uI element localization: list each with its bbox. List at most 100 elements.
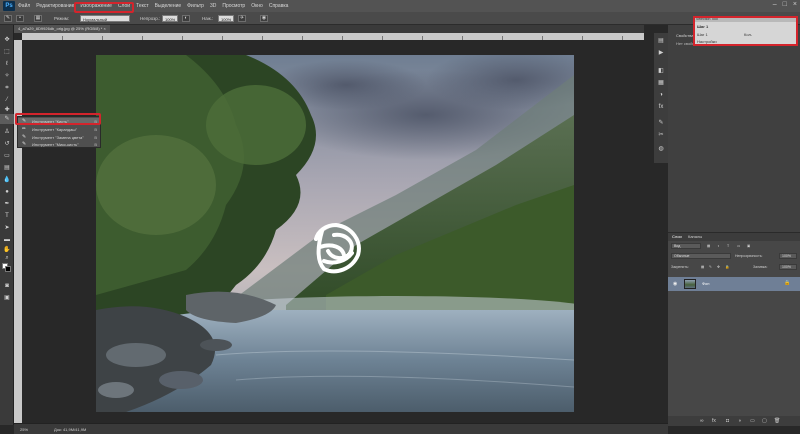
minimize-button[interactable]: – (773, 1, 777, 8)
menu-help[interactable]: Справка (269, 3, 289, 9)
shape-tool-icon[interactable]: ▬ (3, 237, 11, 244)
move-tool-icon[interactable]: ✥ (3, 37, 11, 44)
screen-mode-icon[interactable]: ▣ (3, 295, 11, 302)
brush-size-icon[interactable]: • (16, 15, 24, 22)
zoom-tool-icon[interactable]: ⌕ (3, 255, 11, 262)
menu-file[interactable]: Файл (18, 3, 30, 9)
blend-mode-select[interactable]: Обычные (671, 253, 731, 259)
close-tab-icon[interactable]: × (103, 26, 105, 31)
layer-name: Фон (702, 281, 710, 286)
fx-icon[interactable]: fx (712, 418, 716, 424)
flyout-item-pencil[interactable]: ✏ Инструмент "Карандаш" B (18, 126, 100, 133)
quick-mask-icon[interactable]: ◙ (3, 283, 11, 290)
healing-tool-icon[interactable]: ✚ (3, 107, 11, 114)
filter-adjust-icon[interactable]: ◑ (717, 244, 719, 248)
flyout-item-shortcut: B (94, 127, 97, 132)
menu-select[interactable]: Выделение (155, 3, 182, 9)
link-icon[interactable]: ∞ (700, 418, 704, 424)
layer-opacity-field[interactable]: 100% (779, 253, 797, 259)
brush-preset-icon[interactable]: ✎ (4, 15, 12, 22)
filter-type-icon[interactable]: T (727, 244, 729, 248)
new-layer-icon[interactable]: ▢ (762, 418, 767, 424)
color-replace-icon: ✎ (22, 134, 27, 140)
brush-panel-icon[interactable]: ▦ (34, 15, 42, 22)
adjustment-icon[interactable]: ◑ (738, 418, 741, 424)
lock-position-icon[interactable]: ✥ (717, 265, 720, 269)
mixer-brush-icon: ✎ (22, 141, 27, 147)
flyout-item-mixer-brush[interactable]: ✎ Инструмент "Микс-кисть" B (18, 141, 100, 148)
mode-select[interactable]: Нормальный (80, 15, 130, 22)
crop-tool-icon[interactable]: ⌗ (3, 85, 11, 92)
airbrush-icon[interactable]: ✈ (238, 15, 246, 22)
trash-icon[interactable]: 🗑 (774, 418, 780, 424)
filter-pixel-icon[interactable]: ▦ (707, 244, 710, 248)
mode-label: Режим: (54, 16, 70, 21)
marquee-tool-icon[interactable]: ⬚ (3, 49, 11, 56)
styles-panel-icon[interactable]: fx (657, 103, 665, 111)
opacity-label: Непрозрачность: (735, 254, 763, 258)
swatches-panel-icon[interactable]: ▦ (657, 79, 665, 87)
photoshop-logo: Ps (3, 1, 15, 11)
lock-label: Закрепить: (671, 265, 689, 269)
vertical-ruler (14, 40, 22, 423)
mask-icon[interactable]: ◘ (726, 418, 729, 424)
pen-tool-icon[interactable]: ✒ (3, 201, 11, 208)
adjustments-panel-icon[interactable]: ◑ (657, 91, 665, 99)
quick-select-tool-icon[interactable]: ✧ (3, 73, 11, 80)
document-tab-label: 4_a7a29_8D9926db_orig.jpg @ 25% (RGB/8) … (18, 26, 103, 31)
tab-layers[interactable]: Слои (672, 234, 682, 239)
opacity-pressure-icon[interactable]: ◐ (182, 15, 190, 22)
eraser-tool-icon[interactable]: ▭ (3, 153, 11, 160)
filter-shape-icon[interactable]: ▭ (737, 244, 740, 248)
gradient-tool-icon[interactable]: ▤ (3, 165, 11, 172)
opacity-field[interactable]: 100% (162, 15, 178, 22)
brush-tool-icon[interactable]: ✎ (3, 116, 11, 123)
menu-edit[interactable]: Редактирование (36, 3, 74, 9)
menu-view[interactable]: Просмотр (222, 3, 245, 9)
stamp-tool-icon[interactable]: ♙ (3, 129, 11, 136)
history-brush-tool-icon[interactable]: ↺ (3, 141, 11, 148)
flyout-item-color-replace[interactable]: ✎ Инструмент "Замена цвета" B (18, 134, 100, 141)
floating-panel-highlight-box (693, 16, 798, 46)
path-select-tool-icon[interactable]: ➤ (3, 225, 11, 232)
layer-kind-select[interactable]: Вид (671, 243, 701, 249)
color-panel-icon[interactable]: ◧ (657, 67, 665, 75)
properties-title: Свойства (676, 33, 694, 38)
hand-tool-icon[interactable]: ✋ (3, 247, 11, 254)
visibility-eye-icon[interactable]: ◉ (673, 281, 677, 287)
background-color-swatch[interactable] (5, 266, 11, 272)
menu-text[interactable]: Текст (136, 3, 149, 9)
pencil-icon: ✏ (22, 126, 27, 132)
zoom-level[interactable]: 25% (20, 427, 28, 432)
actions-panel-icon[interactable]: ▶ (657, 49, 665, 57)
tab-channels[interactable]: Каналы (688, 234, 702, 239)
info-panel-icon[interactable]: ◍ (657, 145, 665, 153)
lock-pixels-icon[interactable]: ▦ (701, 265, 704, 269)
lock-paint-icon[interactable]: ✎ (709, 265, 712, 269)
folder-icon[interactable]: ▭ (750, 418, 755, 424)
document-tab[interactable]: 4_a7a29_8D9926db_orig.jpg @ 25% (RGB/8) … (14, 25, 110, 33)
history-panel-icon[interactable]: ▤ (657, 37, 665, 45)
layer-row[interactable]: ◉ Фон 🔒 (668, 277, 800, 291)
flyout-item-shortcut: B (94, 135, 97, 140)
type-tool-icon[interactable]: T (3, 213, 11, 220)
document-image[interactable] (96, 55, 574, 412)
lasso-tool-icon[interactable]: ℓ (3, 61, 11, 68)
maximize-button[interactable]: □ (783, 1, 787, 8)
clone-source-icon[interactable]: ✂ (657, 131, 665, 139)
layer-thumbnail (684, 279, 696, 289)
fill-field[interactable]: 100% (779, 264, 797, 270)
lock-all-icon[interactable]: 🔒 (725, 265, 729, 269)
menu-window[interactable]: Окно (251, 3, 263, 9)
menu-filter[interactable]: Фильтр (187, 3, 204, 9)
close-button[interactable]: × (793, 1, 797, 8)
eyedropper-tool-icon[interactable]: ⁄ (3, 97, 11, 104)
filter-smart-icon[interactable]: ▣ (747, 244, 750, 248)
brush-panel-icon[interactable]: ✎ (657, 119, 665, 127)
blur-tool-icon[interactable]: 💧 (3, 177, 11, 184)
menu-3d[interactable]: 3D (210, 3, 216, 9)
dodge-tool-icon[interactable]: ● (3, 189, 11, 196)
flow-field[interactable]: 100% (218, 15, 234, 22)
size-pressure-icon[interactable]: ◉ (260, 15, 268, 22)
layers-footer: ∞ fx ◘ ◑ ▭ ▢ 🗑 (668, 416, 800, 426)
